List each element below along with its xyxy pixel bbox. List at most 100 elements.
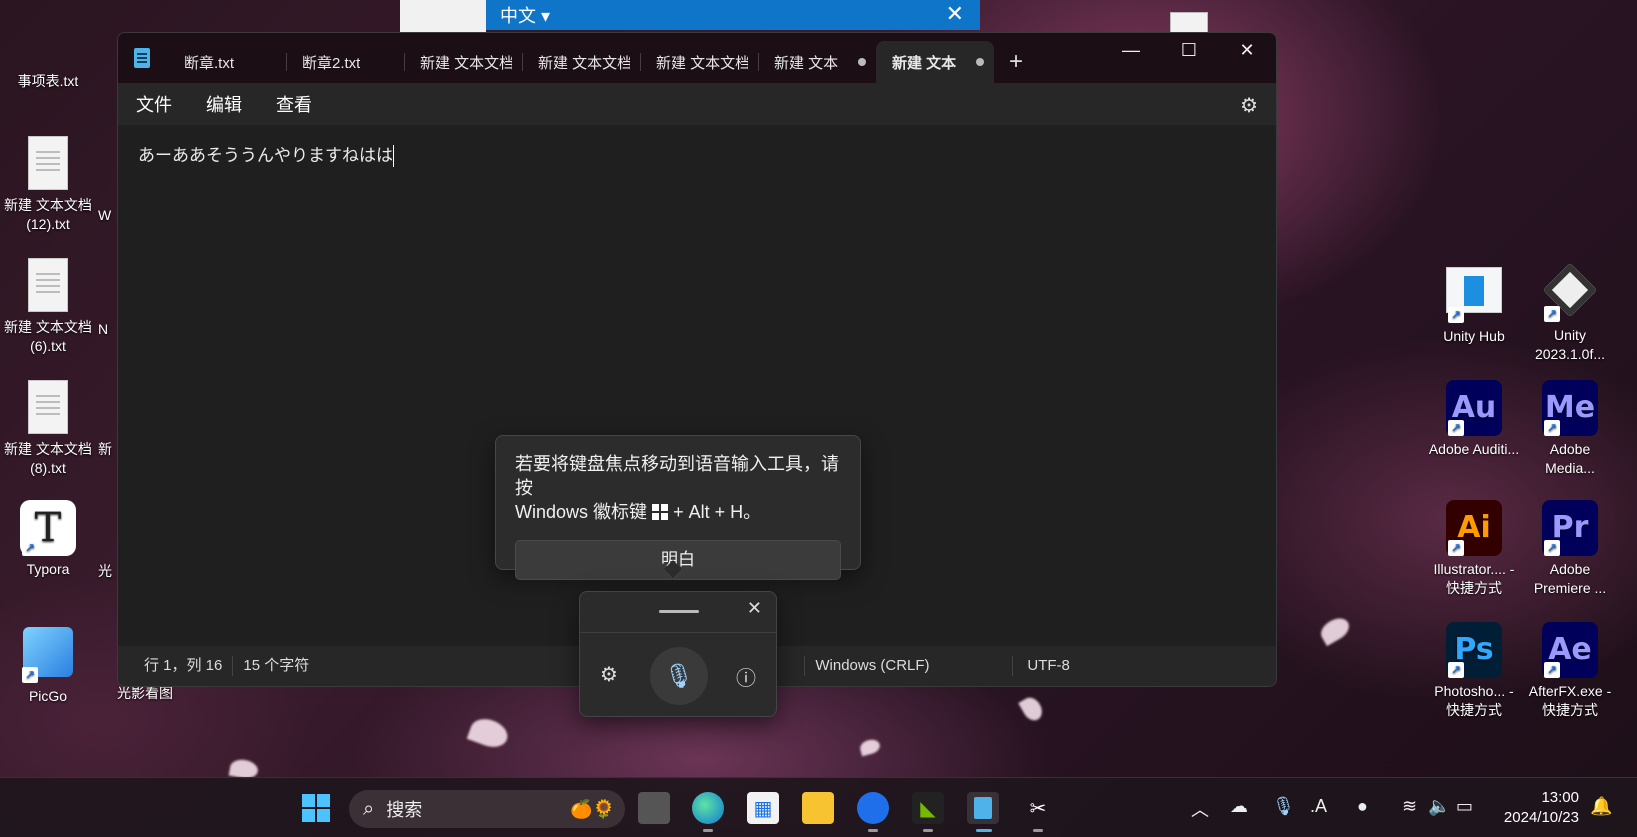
wallpaper-petal <box>1317 613 1353 647</box>
store-icon[interactable]: ▦ <box>747 792 779 824</box>
windows-logo-icon <box>302 794 330 822</box>
tab[interactable]: 断章.txt <box>168 41 286 83</box>
bell-icon[interactable]: 🔔 <box>1590 796 1612 817</box>
new-tab-button[interactable]: + <box>994 41 1038 83</box>
shortcut-arrow-icon: ↗ <box>1448 420 1464 436</box>
menu-file[interactable]: 文件 <box>136 91 172 117</box>
volume-icon[interactable]: 🔈 <box>1428 796 1450 817</box>
desktop-app-label: AfterFX.exe - 快捷方式 <box>1528 683 1612 718</box>
ime-mode-icon[interactable]: .A <box>1310 796 1327 817</box>
divider <box>580 632 776 633</box>
battery-icon[interactable]: ▭ <box>1456 796 1473 817</box>
unity-hub-icon: ↗ <box>1446 267 1502 323</box>
clock-date: 2024/10/23 <box>1503 809 1579 826</box>
help-icon[interactable]: ⓘ <box>736 662 756 691</box>
desktop-app-item[interactable]: ↗ Unity 2023.1.0f... <box>1524 262 1616 364</box>
shortcut-arrow-icon: ↗ <box>1544 540 1560 556</box>
desktop-app-item[interactable]: Pr ↗ Adobe Premiere ... <box>1524 500 1616 598</box>
app-tray-icon[interactable]: ● <box>1357 796 1368 817</box>
taskbar-search[interactable]: ⌕ 搜索 🍊🌻 <box>349 790 625 828</box>
title-bar[interactable]: 断章.txt 断章2.txt 新建 文本文档 ( 新建 文本文档 ( 新建 文本… <box>118 33 1276 83</box>
shortcut-arrow-icon: ↗ <box>1448 540 1464 556</box>
nvidia-icon[interactable]: ◣ <box>912 792 944 824</box>
tab[interactable]: 新建 文本文档 ( <box>404 41 522 83</box>
desktop-app-item[interactable]: ↗ PicGo <box>2 624 94 706</box>
desktop-file-label: 新建 文本文档 (12).txt <box>4 197 92 232</box>
shortcut-arrow-icon: ↗ <box>22 667 38 683</box>
running-indicator <box>923 829 933 832</box>
desktop-app-label: Typora <box>26 561 70 577</box>
desktop-file-item[interactable]: 事项表.txt <box>2 72 94 91</box>
desktop-app-item[interactable]: T ↗ Typora <box>2 500 94 579</box>
line-ending[interactable]: Windows (CRLF) <box>805 656 1014 676</box>
wifi-icon[interactable]: ≋ <box>1402 796 1417 817</box>
desktop-app-label: Illustrator.... - 快捷方式 <box>1433 561 1515 596</box>
edge-icon[interactable] <box>692 792 724 824</box>
close-icon[interactable]: ✕ <box>946 1 964 27</box>
cursor-position: 行 1，列 16 <box>118 656 234 676</box>
task-view-icon[interactable] <box>638 792 670 824</box>
microphone-button[interactable]: 🎙 <box>650 647 708 705</box>
desktop-file-label: 事项表.txt <box>17 73 79 89</box>
partial-desktop-label: W <box>98 207 112 223</box>
shortcut-arrow-icon: ↗ <box>1448 662 1464 678</box>
close-button[interactable]: ✕ <box>1218 33 1276 67</box>
text-file-icon <box>20 136 76 192</box>
gear-icon[interactable]: ⚙ <box>600 662 618 687</box>
wallpaper-petal <box>858 737 882 757</box>
typora-icon: T ↗ <box>20 500 76 556</box>
minimize-button[interactable]: — <box>1102 33 1160 67</box>
wallpaper-petal <box>1018 694 1046 724</box>
desktop-file-item[interactable]: 新建 文本文档 (8).txt <box>2 380 94 478</box>
desktop-file-item[interactable]: 新建 文本文档 (12).txt <box>2 136 94 234</box>
shortcut-arrow-icon: ↗ <box>1544 306 1560 322</box>
unsaved-dot-icon <box>976 58 984 66</box>
menu-edit[interactable]: 编辑 <box>206 91 242 117</box>
tab[interactable]: 新建 文本文档 ( <box>640 41 758 83</box>
app-mascot-icon[interactable] <box>857 792 889 824</box>
ime-language-label[interactable]: 中文 ▾ <box>500 2 550 28</box>
chevron-up-icon[interactable]: ︿ <box>1191 796 1209 822</box>
tip-line-2: Windows 徽标键 + Alt + H。 <box>515 502 762 522</box>
taskbar: ⌕ 搜索 🍊🌻 ▦ ◣ ✂ ︿ ☁ 🎙 .A ● ≋ 🔈 ▭ 13:00 202… <box>0 777 1637 837</box>
gear-icon[interactable]: ⚙ <box>1240 93 1258 118</box>
close-icon[interactable]: ✕ <box>747 598 762 619</box>
menu-view[interactable]: 查看 <box>276 91 312 117</box>
desktop-app-item[interactable]: Ps ↗ Photosho... - 快捷方式 <box>1428 622 1520 720</box>
desktop-app-label: Unity Hub <box>1443 328 1505 344</box>
microphone-icon: 🎙 <box>663 662 695 690</box>
start-button[interactable] <box>300 792 332 824</box>
clock[interactable]: 13:00 2024/10/23 <box>1504 788 1579 828</box>
voice-typing-panel: ✕ ⚙ 🎙 ⓘ <box>579 591 777 717</box>
drag-handle[interactable] <box>659 610 699 613</box>
tab[interactable]: 新建 文本 <box>758 41 876 83</box>
tab[interactable]: 断章2.txt <box>286 41 404 83</box>
desktop-app-item[interactable]: Ae ↗ AfterFX.exe - 快捷方式 <box>1524 622 1616 720</box>
desktop-app-label: Photosho... - 快捷方式 <box>1434 683 1514 718</box>
tab[interactable]: 新建 文本文档 ( <box>522 41 640 83</box>
desktop-app-label: Adobe Premiere ... <box>1533 561 1607 596</box>
tab-active[interactable]: 新建 文本 <box>876 41 994 83</box>
maximize-button[interactable]: ☐ <box>1160 33 1218 67</box>
shortcut-arrow-icon: ↗ <box>1544 420 1560 436</box>
desktop-app-item[interactable]: Au ↗ Adobe Auditi... <box>1428 380 1520 459</box>
desktop-app-label: Unity 2023.1.0f... <box>1534 327 1606 362</box>
snipping-tool-icon[interactable]: ✂ <box>1022 792 1054 824</box>
cloud-icon[interactable]: ☁ <box>1230 796 1248 817</box>
desktop-app-item[interactable]: Me ↗ Adobe Media... <box>1524 380 1616 478</box>
desktop-app-item[interactable]: Ai ↗ Illustrator.... - 快捷方式 <box>1428 500 1520 598</box>
desktop-file-item[interactable]: 新建 文本文档 (6).txt <box>2 258 94 356</box>
file-explorer-icon[interactable] <box>802 792 834 824</box>
search-highlight-icon: 🍊🌻 <box>570 798 615 819</box>
desktop-file-label: 新建 文本文档 (6).txt <box>4 319 92 354</box>
running-indicator <box>1033 829 1043 832</box>
notepad-taskbar-icon[interactable] <box>967 792 999 824</box>
encoding[interactable]: UTF-8 <box>1013 656 1080 676</box>
shortcut-arrow-icon: ↗ <box>1448 307 1464 323</box>
desktop-app-item[interactable]: ↗ Unity Hub <box>1428 262 1520 346</box>
partial-desktop-label: 新 <box>98 441 112 457</box>
text-file-icon <box>20 258 76 314</box>
microphone-icon[interactable]: 🎙 <box>1272 796 1295 817</box>
clock-time: 13:00 <box>1541 789 1579 806</box>
ime-language-bar[interactable]: 中文 ▾ ✕ <box>486 0 980 30</box>
